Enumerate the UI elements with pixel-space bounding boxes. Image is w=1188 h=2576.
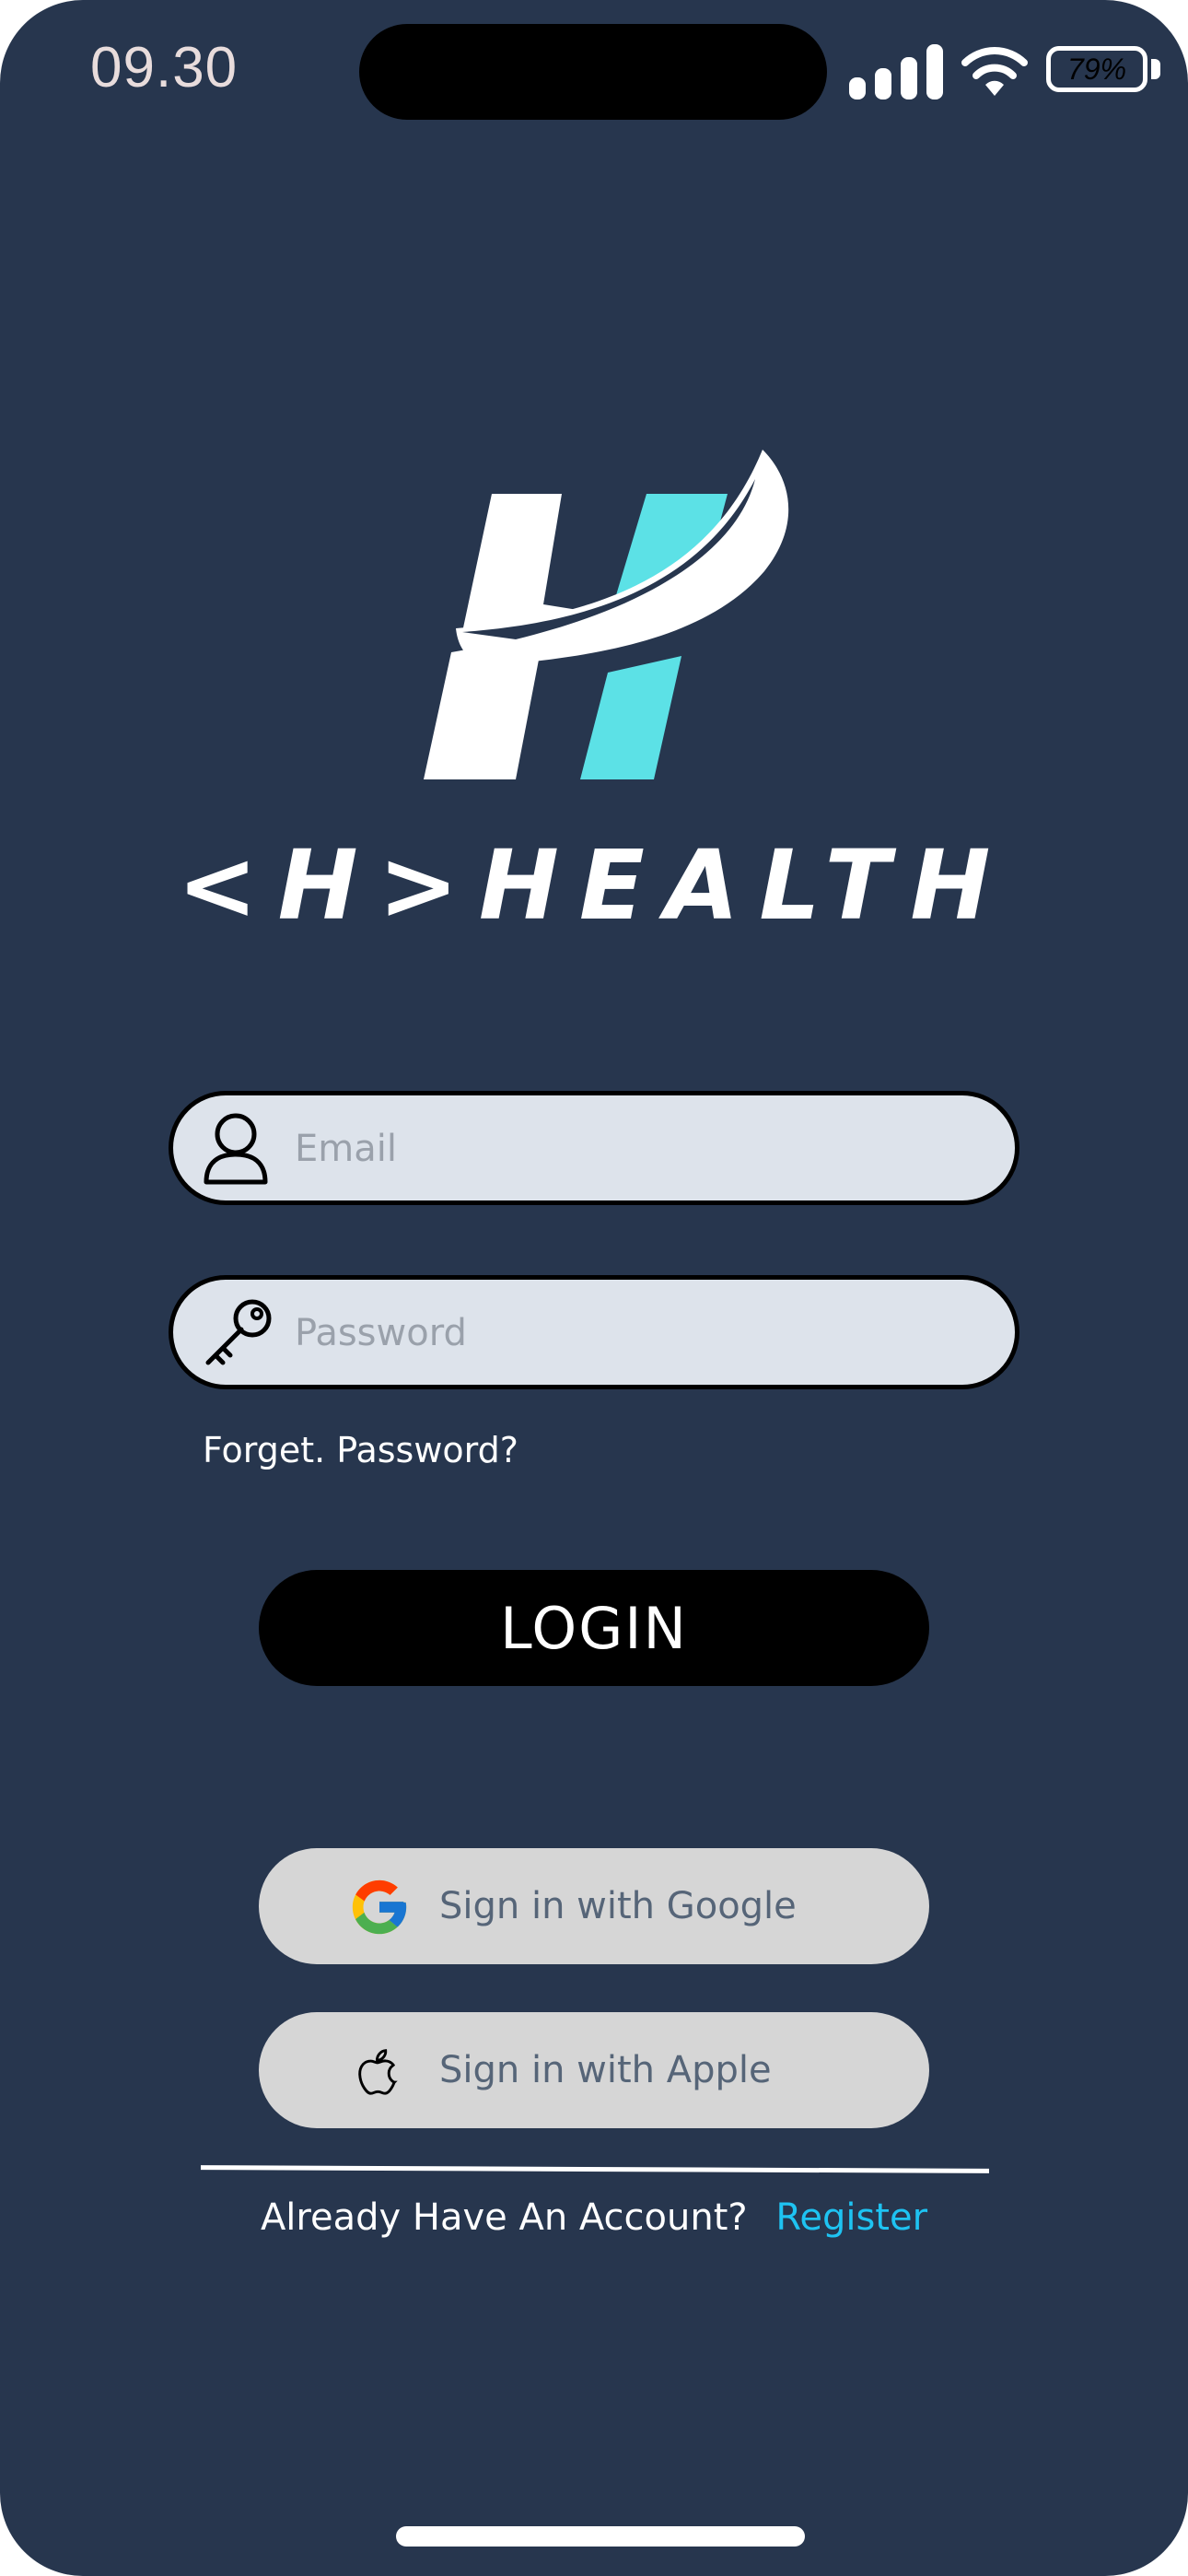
battery-tip: [1151, 59, 1160, 79]
forgot-password-link[interactable]: Forget. Password?: [203, 1430, 518, 1470]
apple-icon: [358, 2049, 398, 2095]
brand-wordmark: <H>HEALTH: [177, 829, 1011, 942]
key-icon: [205, 1299, 272, 1365]
wifi-icon: [961, 47, 1028, 96]
register-prompt: Already Have An Account? Register: [0, 2196, 1188, 2239]
google-signin-button[interactable]: Sign in with Google: [259, 1848, 929, 1964]
logo-h-icon: [424, 450, 789, 779]
login-screen: 09.30 79% <H>HEALTH Email Forget. Passwo…: [0, 0, 1188, 2576]
divider: [200, 2165, 990, 2173]
home-indicator[interactable]: [396, 2526, 805, 2547]
account-prompt-text: Already Have An Account?: [260, 2196, 748, 2239]
dynamic-island: [359, 24, 827, 120]
cellular-signal-icon: [849, 42, 945, 100]
battery-icon: 79%: [1046, 46, 1147, 92]
user-icon: [204, 1113, 268, 1185]
email-field[interactable]: [169, 1091, 1019, 1205]
apple-signin-button[interactable]: Sign in with Apple: [259, 2012, 929, 2128]
register-link[interactable]: Register: [775, 2196, 927, 2239]
password-field[interactable]: [169, 1275, 1019, 1389]
apple-signin-label: Sign in with Apple: [439, 2049, 772, 2091]
email-input[interactable]: [293, 1095, 978, 1202]
status-time: 09.30: [90, 36, 239, 100]
password-input[interactable]: [293, 1280, 978, 1387]
login-button[interactable]: LOGIN: [259, 1570, 929, 1686]
battery-percent: 79%: [1066, 52, 1127, 86]
google-signin-label: Sign in with Google: [439, 1885, 797, 1927]
google-icon: [352, 1879, 407, 1935]
